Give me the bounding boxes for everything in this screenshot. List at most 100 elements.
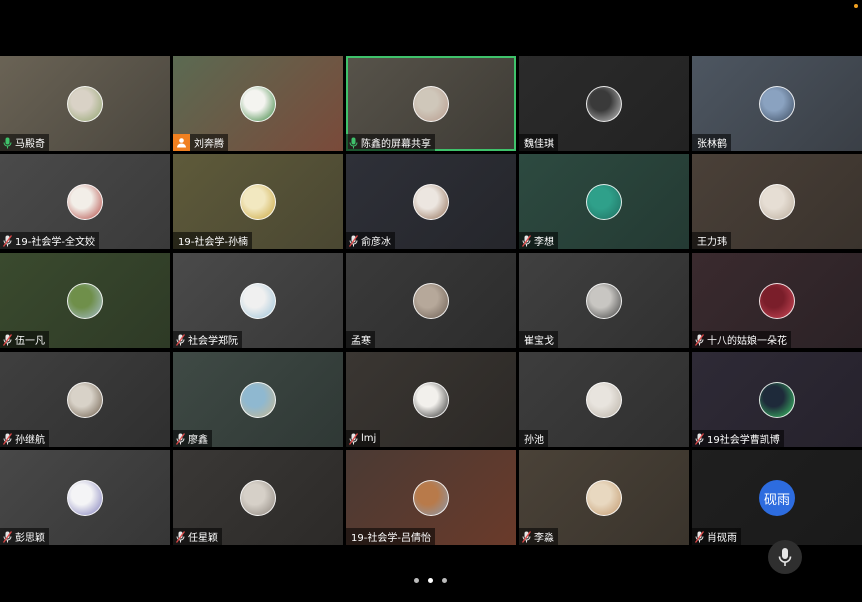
microphone-icon xyxy=(778,548,792,566)
name-bar: 社会学郑阮 xyxy=(173,331,242,348)
participant-name: 魏佳琪 xyxy=(524,139,554,150)
mic-muted-icon xyxy=(692,430,706,447)
participant-tile[interactable]: 19-社会学-孙楠 xyxy=(173,154,343,249)
mic-muted-icon xyxy=(173,528,187,545)
name-bar: 刘奔腾 xyxy=(173,134,228,151)
avatar xyxy=(240,86,276,122)
participant-name: 李淼 xyxy=(534,533,554,544)
participant-tile[interactable]: 社会学郑阮 xyxy=(173,253,343,348)
name-bar: 十八的姑娘一朵花 xyxy=(692,331,791,348)
name-bar: 19-社会学-孙楠 xyxy=(173,232,252,249)
participant-tile[interactable]: 任星颖 xyxy=(173,450,343,545)
participant-name: 19-社会学-孙楠 xyxy=(178,237,248,248)
participant-name: 马殿奇 xyxy=(15,139,45,150)
participant-name: 19-社会学-全文姣 xyxy=(15,237,95,248)
name-bar: 王力玮 xyxy=(692,232,731,249)
participant-name: 廖鑫 xyxy=(188,435,208,446)
name-bar: 19社会学曹凯博 xyxy=(692,430,784,447)
participant-tile[interactable]: 19社会学曹凯博 xyxy=(692,352,862,447)
participant-tile[interactable]: 张林鹤 xyxy=(692,56,862,151)
participant-name: 崔宝戈 xyxy=(524,336,554,347)
participant-tile[interactable]: 砚雨肖砚雨 xyxy=(692,450,862,545)
mic-muted-icon xyxy=(0,232,14,249)
participant-name: 任星颖 xyxy=(188,533,218,544)
participant-tile[interactable]: 李想 xyxy=(519,154,689,249)
avatar xyxy=(413,86,449,122)
participant-tile[interactable]: 俞彦冰 xyxy=(346,154,516,249)
microphone-button[interactable] xyxy=(768,540,802,574)
name-bar: 李想 xyxy=(519,232,558,249)
participant-tile[interactable]: 孙继航 xyxy=(0,352,170,447)
participant-name: 社会学郑阮 xyxy=(188,336,238,347)
participant-tile[interactable]: 刘奔腾 xyxy=(173,56,343,151)
participant-tile[interactable]: 陈鑫的屏幕共享 xyxy=(346,56,516,151)
participant-tile[interactable]: 崔宝戈 xyxy=(519,253,689,348)
page-dot[interactable] xyxy=(442,578,447,583)
mic-on-icon xyxy=(0,134,14,151)
avatar xyxy=(67,86,103,122)
avatar xyxy=(67,382,103,418)
participant-tile[interactable]: 孙池 xyxy=(519,352,689,447)
mic-muted-icon xyxy=(692,528,706,545)
participant-name: 张林鹤 xyxy=(697,139,727,150)
participant-name: 俞彦冰 xyxy=(361,237,391,248)
text-avatar: 砚雨 xyxy=(759,480,795,516)
participant-tile[interactable]: 李淼 xyxy=(519,450,689,545)
avatar xyxy=(413,184,449,220)
avatar xyxy=(240,382,276,418)
name-bar: 李淼 xyxy=(519,528,558,545)
mic-muted-icon xyxy=(0,331,14,348)
participant-name: 彭思颖 xyxy=(15,533,45,544)
participant-name: 孙继航 xyxy=(15,435,45,446)
name-bar: 彭思颖 xyxy=(0,528,49,545)
person-icon xyxy=(173,134,190,151)
name-bar: 伍一凡 xyxy=(0,331,49,348)
name-bar: 19-社会学-吕倩怡 xyxy=(346,528,435,545)
name-bar: 马殿奇 xyxy=(0,134,49,151)
avatar xyxy=(586,480,622,516)
participant-tile[interactable]: 廖鑫 xyxy=(173,352,343,447)
mic-muted-icon xyxy=(519,232,533,249)
mic-muted-icon xyxy=(173,331,187,348)
participant-tile[interactable]: 十八的姑娘一朵花 xyxy=(692,253,862,348)
participant-name: 19-社会学-吕倩怡 xyxy=(351,533,431,544)
participant-name: 19社会学曹凯博 xyxy=(707,435,780,446)
participant-tile[interactable]: 19-社会学-吕倩怡 xyxy=(346,450,516,545)
avatar xyxy=(67,480,103,516)
participant-tile[interactable]: 伍一凡 xyxy=(0,253,170,348)
name-bar: 俞彦冰 xyxy=(346,232,395,249)
page-dot[interactable] xyxy=(428,578,433,583)
avatar xyxy=(240,283,276,319)
mic-muted-icon xyxy=(173,430,187,447)
participant-name: 王力玮 xyxy=(697,237,727,248)
mic-muted-icon xyxy=(692,331,706,348)
status-indicator xyxy=(854,4,858,8)
avatar xyxy=(67,184,103,220)
participant-name: 孟寒 xyxy=(351,336,371,347)
page-indicator[interactable] xyxy=(414,578,447,583)
name-bar: 张林鹤 xyxy=(692,134,731,151)
name-bar: 19-社会学-全文姣 xyxy=(0,232,99,249)
participant-tile[interactable]: 王力玮 xyxy=(692,154,862,249)
participant-tile[interactable]: 魏佳琪 xyxy=(519,56,689,151)
participant-tile[interactable]: 彭思颖 xyxy=(0,450,170,545)
avatar xyxy=(586,184,622,220)
name-bar: 肖砚雨 xyxy=(692,528,741,545)
mic-muted-icon xyxy=(346,430,360,447)
mic-muted-icon xyxy=(0,430,14,447)
avatar xyxy=(759,283,795,319)
avatar xyxy=(586,86,622,122)
participant-tile[interactable]: 孟寒 xyxy=(346,253,516,348)
participant-name: 肖砚雨 xyxy=(707,533,737,544)
participant-name: 刘奔腾 xyxy=(194,139,224,150)
participant-name: lmj xyxy=(361,433,377,444)
page-dot[interactable] xyxy=(414,578,419,583)
participant-tile[interactable]: 马殿奇 xyxy=(0,56,170,151)
mic-on-icon xyxy=(346,134,360,151)
name-bar: 廖鑫 xyxy=(173,430,212,447)
participant-tile[interactable]: 19-社会学-全文姣 xyxy=(0,154,170,249)
name-bar: 孟寒 xyxy=(346,331,375,348)
mic-muted-icon xyxy=(346,232,360,249)
mic-muted-icon xyxy=(0,528,14,545)
participant-tile[interactable]: lmj xyxy=(346,352,516,447)
